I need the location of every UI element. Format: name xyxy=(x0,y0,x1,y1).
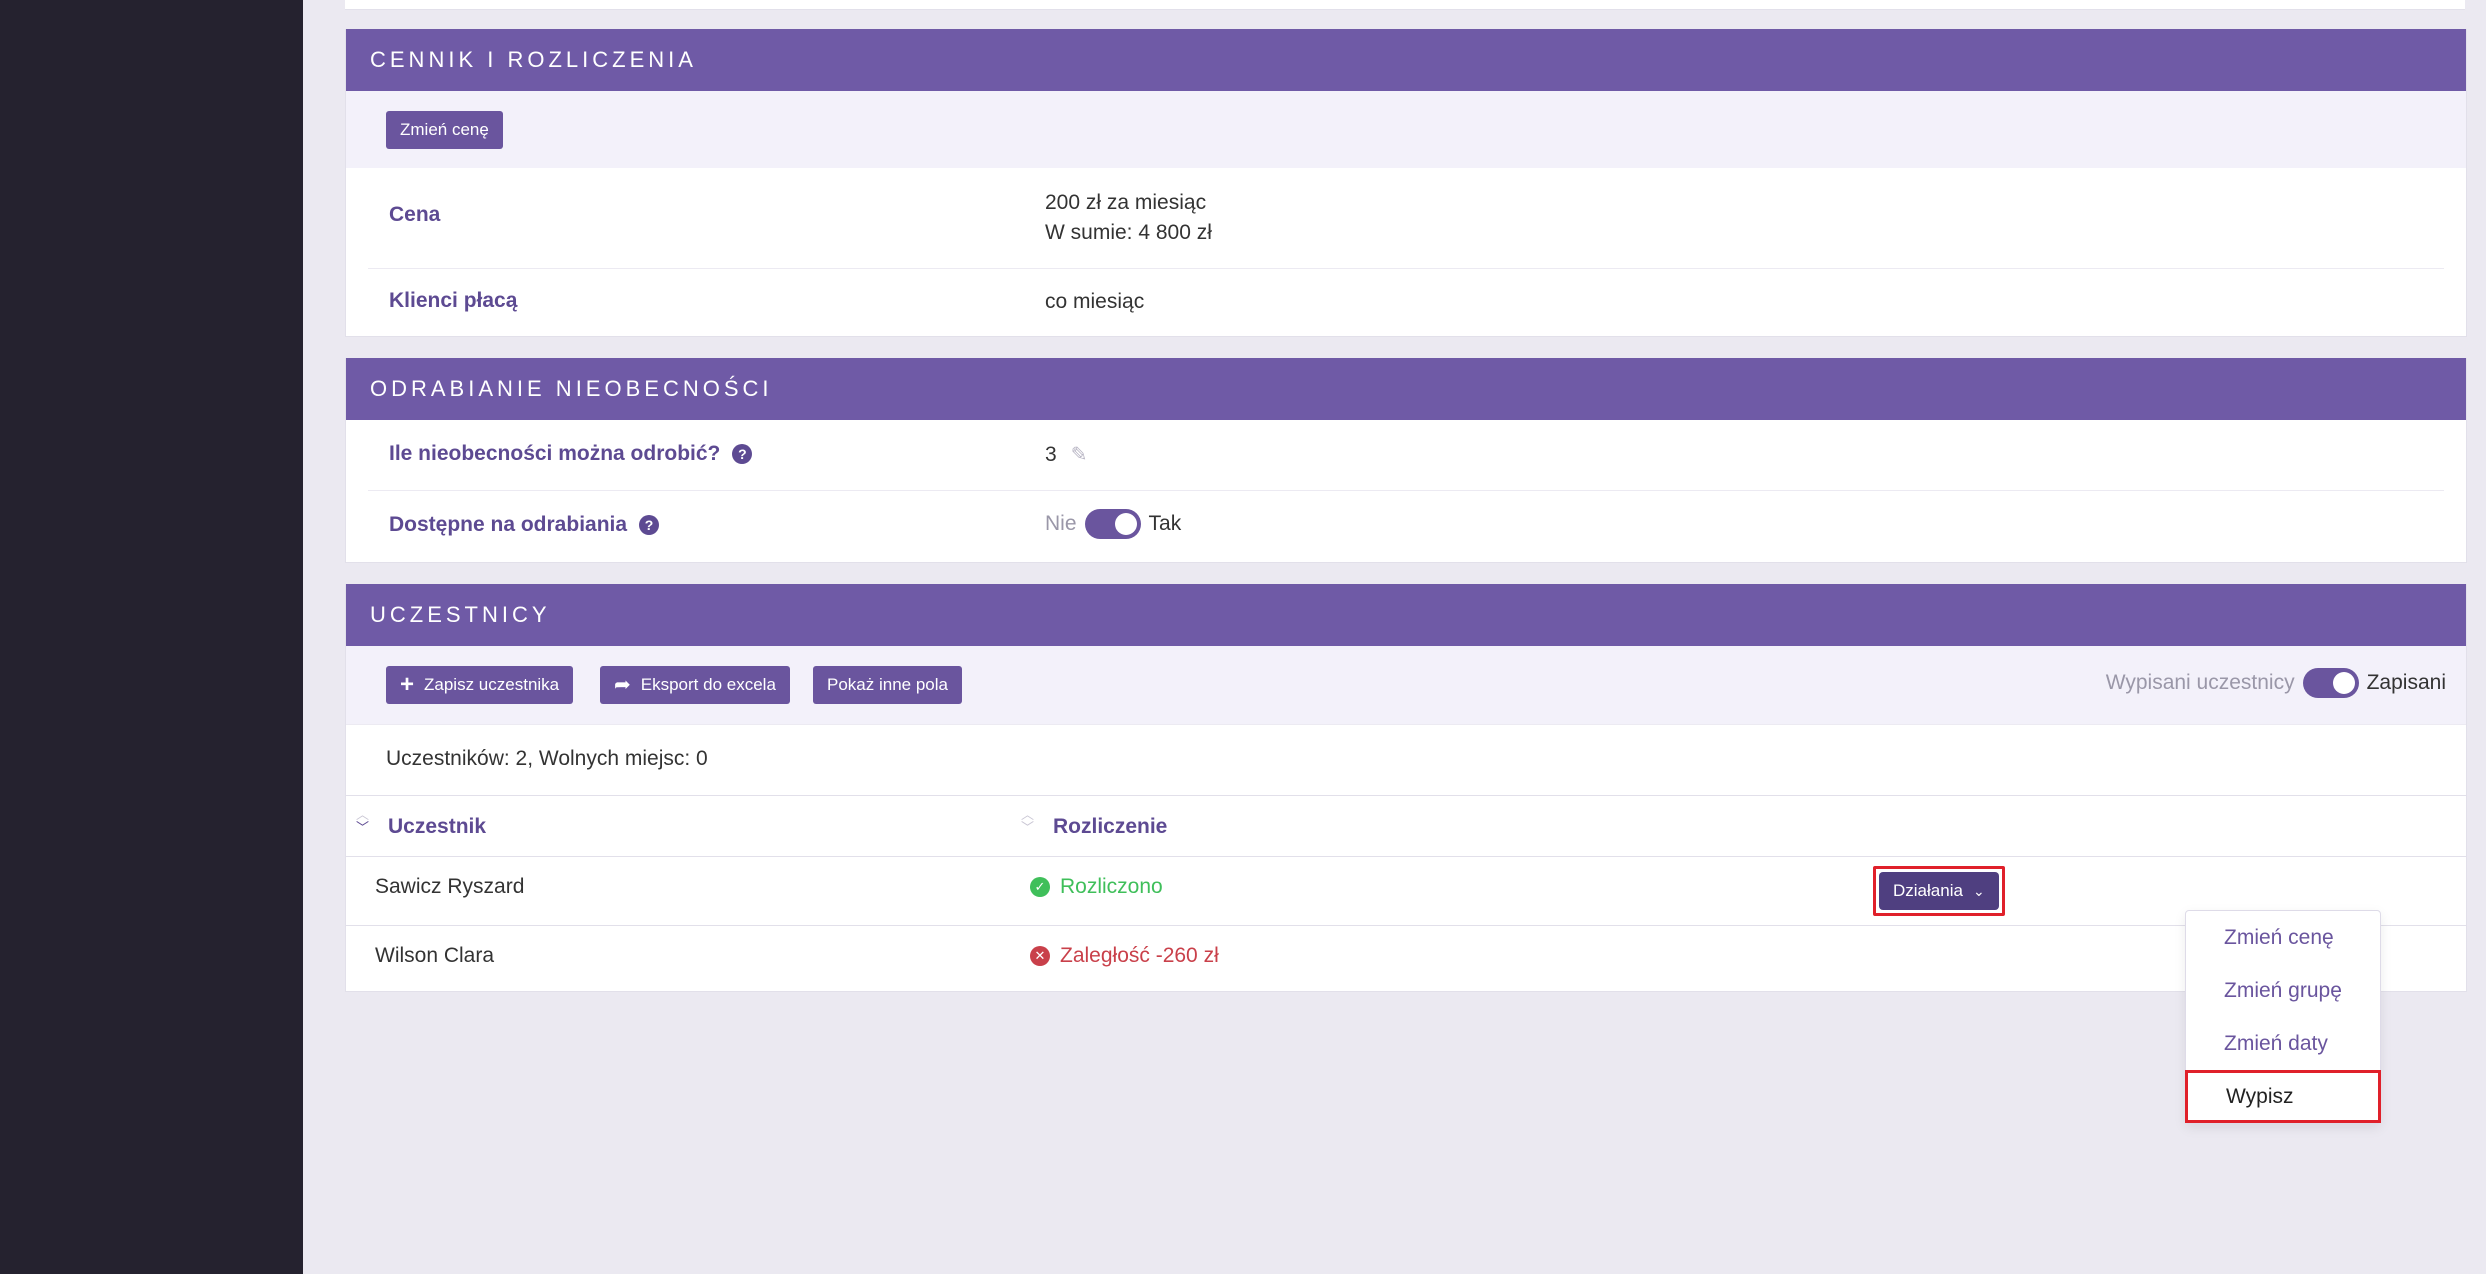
participants-panel-header: UCZESTNICY xyxy=(346,584,2466,646)
add-participant-label: Zapisz uczestnika xyxy=(424,675,560,694)
makeup-count-label-text: Ile nieobecności można odrobić? xyxy=(389,442,721,465)
settlement-status: ✓ Rozliczono xyxy=(1030,875,1163,899)
price-row: Cena 200 zł za miesiąc W sumie: 4 800 zł xyxy=(368,168,2444,269)
filter-off-label: Wypisani uczestnicy xyxy=(2105,671,2295,694)
makeup-panel-header: ODRABIANIE NIEOBECNOŚCI xyxy=(346,358,2466,420)
participants-toolbar: + Zapisz uczestnika ➦ Eksport do excela … xyxy=(346,646,2466,725)
table-row: Wilson Clara ✕ Zaległość -260 zł xyxy=(346,926,2466,994)
menu-item-change-dates[interactable]: Zmień daty xyxy=(2186,1017,2380,1070)
participants-summary-row: Uczestników: 2, Wolnych miejsc: 0 xyxy=(346,725,2466,796)
participants-table-header: ︿ ﹀ Uczestnik ︿ ﹀ Rozliczenie xyxy=(346,796,2466,857)
export-excel-button[interactable]: ➦ Eksport do excela xyxy=(600,666,790,704)
filter-on-label: Zapisani xyxy=(2366,671,2446,694)
column-header-settlement[interactable]: Rozliczenie xyxy=(1053,815,1167,839)
check-circle-icon: ✓ xyxy=(1030,877,1050,897)
pencil-icon[interactable]: ✎ xyxy=(1071,440,1088,470)
plus-icon: + xyxy=(400,671,415,698)
participants-filter-toggle[interactable] xyxy=(2302,668,2359,698)
chevron-down-icon: ⌄ xyxy=(1972,882,1985,899)
change-price-button[interactable]: Zmień cenę xyxy=(386,111,503,149)
payment-frequency-value: co miesiąc xyxy=(1045,290,1145,313)
menu-item-unenroll[interactable]: Wypisz xyxy=(2185,1070,2381,1123)
payment-frequency-row: Klienci płacą co miesiąc xyxy=(368,269,2444,335)
add-participant-button[interactable]: + Zapisz uczestnika xyxy=(386,666,574,704)
participants-summary: Uczestników: 2, Wolnych miejsc: 0 xyxy=(386,747,708,770)
participants-panel: UCZESTNICY + Zapisz uczestnika ➦ Eksport… xyxy=(345,584,2467,992)
participant-name: Wilson Clara xyxy=(375,944,495,967)
makeup-available-row: Dostępne na odrabiania ? Nie Tak xyxy=(368,491,2444,561)
makeup-count-value: 3 ✎ xyxy=(1045,440,1087,470)
makeup-count-number: 3 xyxy=(1045,443,1057,466)
participants-filter-toggle-group: Wypisani uczestnicy Zapisani xyxy=(2106,668,2446,698)
makeup-count-label: Ile nieobecności można odrobić? ? xyxy=(389,442,753,466)
makeup-available-toggle[interactable] xyxy=(1084,509,1141,539)
makeup-available-label: Dostępne na odrabiania ? xyxy=(389,513,660,537)
pricing-panel: CENNIK I ROZLICZENIA Zmień cenę Cena 200… xyxy=(345,29,2467,337)
show-fields-button[interactable]: Pokaż inne pola xyxy=(813,666,962,704)
menu-item-change-price[interactable]: Zmień cenę xyxy=(2186,911,2380,964)
menu-item-change-group[interactable]: Zmień grupę xyxy=(2186,964,2380,1017)
pricing-toolbar: Zmień cenę xyxy=(346,91,2466,168)
toggle-on-label: Tak xyxy=(1148,512,1182,535)
pricing-panel-header: CENNIK I ROZLICZENIA xyxy=(346,29,2466,91)
actions-dropdown-button[interactable]: Działania ⌄ xyxy=(1879,872,1999,910)
sort-icon[interactable]: ︿ ﹀ xyxy=(1021,808,1034,834)
main-content: CENNIK I ROZLICZENIA Zmień cenę Cena 200… xyxy=(303,0,2486,1274)
export-excel-label: Eksport do excela xyxy=(640,675,776,694)
toggle-off-label: Nie xyxy=(1045,512,1077,535)
makeup-available-toggle-group: Nie Tak xyxy=(1045,509,1181,539)
actions-button-label: Działania xyxy=(1893,881,1963,900)
share-arrow-icon: ➦ xyxy=(614,674,631,696)
settlement-status: ✕ Zaległość -260 zł xyxy=(1030,944,1219,968)
makeup-panel: ODRABIANIE NIEOBECNOŚCI Ile nieobecności… xyxy=(345,358,2467,563)
left-sidebar xyxy=(0,0,303,1274)
makeup-count-row: Ile nieobecności można odrobić? ? 3 ✎ xyxy=(368,420,2444,491)
settlement-status-text: Rozliczono xyxy=(1060,875,1163,898)
price-value: 200 zł za miesiąc W sumie: 4 800 zł xyxy=(1045,188,1212,248)
participant-name: Sawicz Ryszard xyxy=(375,875,525,898)
actions-button-highlight: Działania ⌄ xyxy=(1873,866,2005,916)
table-row: Sawicz Ryszard ✓ Rozliczono Działania ⌄ xyxy=(346,857,2466,926)
previous-card-bottom xyxy=(345,0,2465,10)
price-label: Cena xyxy=(389,203,441,226)
help-icon[interactable]: ? xyxy=(732,444,753,464)
payment-frequency-label: Klienci płacą xyxy=(389,289,518,312)
price-per-month: 200 zł za miesiąc xyxy=(1045,191,1207,214)
column-header-participant[interactable]: Uczestnik xyxy=(388,815,486,839)
help-icon[interactable]: ? xyxy=(639,515,660,535)
settlement-status-text: Zaległość -260 zł xyxy=(1060,944,1219,967)
actions-dropdown-menu: Zmień cenę Zmień grupę Zmień daty Wypisz xyxy=(2185,910,2381,1124)
price-total: W sumie: 4 800 zł xyxy=(1045,221,1212,244)
makeup-available-label-text: Dostępne na odrabiania xyxy=(389,513,628,536)
x-circle-icon: ✕ xyxy=(1030,946,1050,966)
sort-icon[interactable]: ︿ ﹀ xyxy=(356,808,369,834)
